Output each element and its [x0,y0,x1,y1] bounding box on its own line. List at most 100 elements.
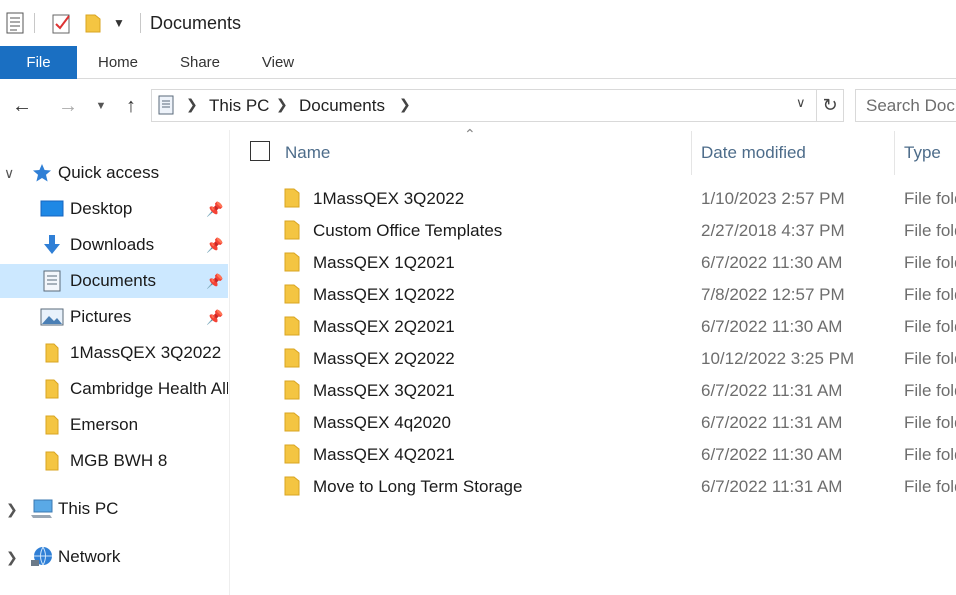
table-row[interactable]: MassQEX 2Q2021 6/7/2022 11:30 AM File fold… [231,310,956,342]
pin-icon[interactable]: 📌 [206,309,223,326]
folder-icon [40,342,64,364]
nav-item-pictures[interactable]: Pictures 📌 [0,300,228,334]
file-name: MassQEX 1Q2022 [313,285,455,304]
folder-icon [40,450,64,472]
file-name: MassQEX 4q2020 [313,413,451,432]
nav-label: Cambridge Health Alliance [70,379,228,398]
table-row[interactable]: Move to Long Term Storage 6/7/2022 11:31 … [231,470,956,502]
address-bar[interactable]: ❯ This PC ❯ Documents ❯ [151,89,817,122]
breadcrumb-chevron-icon[interactable]: ❯ [399,96,411,113]
nav-label: Documents [70,271,156,290]
table-row[interactable]: MassQEX 3Q2021 6/7/2022 11:31 AM File fold… [231,374,956,406]
breadcrumb-chevron-icon[interactable]: ❯ [276,96,288,113]
refresh-icon[interactable]: ↻ [817,89,844,122]
file-date-modified: 6/7/2022 11:31 AM [701,477,843,496]
desktop-icon [40,198,64,220]
folder-icon [284,476,300,501]
folder-icon [284,412,300,437]
file-name: MassQEX 2Q2022 [313,349,455,368]
new-folder-icon[interactable] [82,11,104,35]
collapsed-chevron-icon[interactable]: ❯ [6,501,18,518]
up-arrow-icon[interactable]: ↑ [118,92,144,120]
column-header-type[interactable]: Type [904,143,941,163]
folder-icon [284,380,300,405]
nav-item-network[interactable]: ❯ Network [0,540,228,574]
collapsed-chevron-icon[interactable]: ❯ [6,549,18,566]
column-header-name[interactable]: Name [285,143,330,163]
title-separator [34,13,35,33]
nav-item-desktop[interactable]: Desktop 📌 [0,192,228,226]
file-date-modified: 1/10/2023 2:57 PM [701,189,845,208]
file-type: File folder [904,221,956,240]
table-row[interactable]: MassQEX 1Q2021 6/7/2022 11:30 AM File fold… [231,246,956,278]
file-name: 1MassQEX 3Q2022 [313,189,465,208]
nav-item-this-pc[interactable]: ❯ This PC [0,492,228,526]
properties-check-icon[interactable] [50,11,74,35]
breadcrumb-documents[interactable]: Documents [299,96,385,116]
address-dropdown-chevron-icon[interactable]: ∨ [796,95,806,111]
file-type: File folder [904,381,956,400]
file-type: File folder [904,285,956,304]
file-type: File folder [904,253,956,272]
forward-arrow-icon[interactable]: → [54,92,82,120]
back-arrow-icon[interactable]: ← [8,92,36,120]
tab-share[interactable]: Share [168,46,232,79]
file-date-modified: 6/7/2022 11:30 AM [701,445,843,464]
documents-location-icon [158,95,174,120]
nav-item-documents[interactable]: Documents 📌 [0,264,228,298]
file-type: File folder [904,317,956,336]
pin-icon[interactable]: 📌 [206,201,223,218]
file-date-modified: 6/7/2022 11:31 AM [701,381,843,400]
recent-locations-chevron-icon[interactable]: ▼ [92,92,110,120]
file-name: MassQEX 2Q2021 [313,317,455,336]
folder-icon [284,348,300,373]
search-box[interactable] [855,89,956,122]
select-all-checkbox[interactable] [250,141,270,161]
breadcrumb-chevron-icon[interactable]: ❯ [186,96,198,113]
network-icon [30,546,54,568]
nav-quick-access[interactable]: ∨ Quick access [0,156,228,190]
tab-view[interactable]: View [250,46,306,79]
computer-icon [30,498,54,520]
title-separator [140,13,141,33]
document-properties-icon[interactable] [4,11,26,35]
nav-item-recent-folder[interactable]: 1MassQEX 3Q2022 [0,336,228,370]
customize-toolbar-dropdown-icon[interactable]: ▼ [110,11,128,35]
nav-item-recent-folder[interactable]: MGB BWH 8 [0,444,228,478]
folder-icon [284,316,300,341]
column-divider[interactable] [894,131,895,175]
column-header-date-modified[interactable]: Date modified [701,143,806,163]
table-row[interactable]: Custom Office Templates 2/27/2018 4:37 PM… [231,214,956,246]
table-row[interactable]: MassQEX 4q2020 6/7/2022 11:31 AM File fold… [231,406,956,438]
folder-icon [40,378,64,400]
tab-file[interactable]: File [0,46,77,79]
nav-label: Downloads [70,235,155,254]
file-name: MassQEX 4Q2021 [313,445,455,464]
expanded-chevron-icon[interactable]: ∨ [4,165,14,182]
table-row[interactable]: MassQEX 1Q2022 7/8/2022 12:57 PM File fold… [231,278,956,310]
documents-icon [40,270,64,292]
table-row[interactable]: 1MassQEX 3Q2022 1/10/2023 2:57 PM File fol… [231,182,956,214]
nav-label: This PC [58,499,119,518]
file-type: File folder [904,477,956,496]
nav-label: Pictures [70,307,132,326]
folder-icon [284,188,300,213]
search-input[interactable] [856,90,956,121]
download-arrow-icon [40,234,64,256]
column-divider[interactable] [691,131,692,175]
folder-icon [284,284,300,309]
breadcrumb-this-pc[interactable]: This PC [209,96,269,116]
nav-item-recent-folder[interactable]: Emerson [0,408,228,442]
window-title: Documents [150,13,242,33]
file-date-modified: 10/12/2022 3:25 PM [701,349,855,368]
table-row[interactable]: MassQEX 4Q2021 6/7/2022 11:30 AM File fold… [231,438,956,470]
pin-icon[interactable]: 📌 [206,237,223,254]
nav-item-recent-folder[interactable]: Cambridge Health Alliance [0,372,228,406]
table-row[interactable]: MassQEX 2Q2022 10/12/2022 3:25 PM File fol… [231,342,956,374]
nav-label: Desktop [70,199,133,218]
file-date-modified: 2/27/2018 4:37 PM [701,221,845,240]
file-date-modified: 6/7/2022 11:31 AM [701,413,843,432]
tab-home[interactable]: Home [84,46,152,79]
pin-icon[interactable]: 📌 [206,273,223,290]
nav-item-downloads[interactable]: Downloads 📌 [0,228,228,262]
